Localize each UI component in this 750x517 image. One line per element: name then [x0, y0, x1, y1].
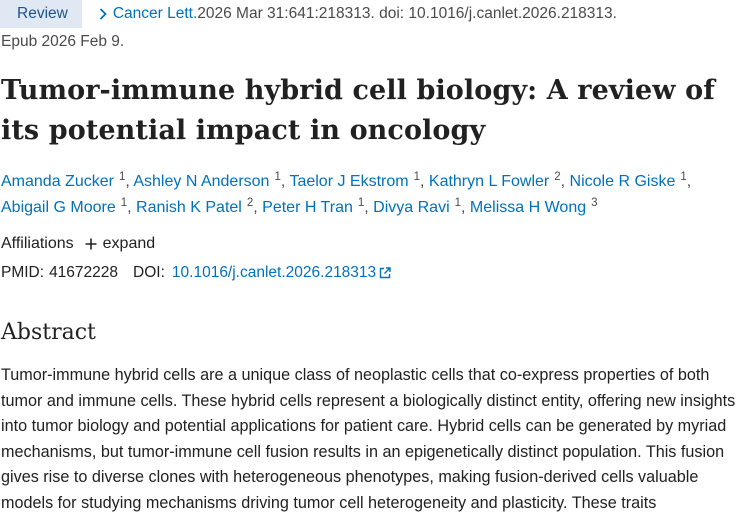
- authors-list: Amanda Zucker 1, Ashley N Anderson 1, Tael…: [1, 169, 746, 221]
- author-separator: ,: [686, 173, 692, 190]
- author-name: Kathryn L Fowler: [428, 173, 550, 190]
- expand-affiliations-button[interactable]: expand: [85, 235, 156, 253]
- author-name: Ashley N Anderson: [133, 173, 270, 190]
- author-link[interactable]: Peter H Tran 1: [262, 197, 364, 216]
- author-separator: ,: [560, 173, 570, 190]
- affiliations-row: Affiliations expand: [1, 233, 155, 255]
- chevron-right-icon: [99, 8, 107, 20]
- author-name: Amanda Zucker: [1, 173, 114, 190]
- article-title: Tumor-immune hybrid cell biology: A revi…: [1, 75, 715, 146]
- plus-icon: [85, 238, 97, 250]
- abstract-heading: Abstract: [1, 320, 96, 345]
- author-name: Melissa H Wong: [469, 199, 587, 216]
- author-link[interactable]: Kathryn L Fowler 2: [428, 171, 561, 190]
- doi-link[interactable]: 10.1016/j.canlet.2026.218313: [172, 264, 391, 282]
- pmid-value: 41672228: [49, 264, 119, 281]
- affiliation-number[interactable]: 3: [591, 197, 597, 209]
- author-name: Peter H Tran: [262, 199, 353, 216]
- journal-name: Cancer Lett.: [112, 5, 198, 22]
- author-separator: ,: [461, 199, 470, 216]
- author-link[interactable]: Taelor J Ekstrom 1: [289, 171, 420, 190]
- author-name: Taelor J Ekstrom: [289, 173, 409, 190]
- doi-value: 10.1016/j.canlet.2026.218313: [171, 264, 377, 281]
- pmid-label: PMID:: [1, 264, 45, 281]
- author-separator: ,: [127, 199, 137, 216]
- review-badge: Review: [0, 0, 82, 28]
- journal-link[interactable]: Cancer Lett.: [96, 5, 197, 23]
- author-separator: ,: [253, 199, 263, 216]
- author-name: Divya Ravi: [373, 199, 450, 216]
- abstract-text: Tumor-immune hybrid cells are a unique c…: [1, 366, 736, 512]
- author-link[interactable]: Nicole R Giske 1: [569, 171, 687, 190]
- expand-label: expand: [102, 235, 156, 252]
- author-separator: ,: [364, 199, 374, 216]
- author-name: Abigail G Moore: [1, 199, 116, 216]
- author-link[interactable]: Abigail G Moore 1: [1, 197, 127, 216]
- doi-label: DOI:: [133, 264, 165, 281]
- author-link[interactable]: Ashley N Anderson 1: [133, 171, 280, 190]
- affiliations-label: Affiliations: [1, 235, 74, 252]
- author-link[interactable]: Divya Ravi 1: [373, 197, 461, 216]
- epub-date: Epub 2026 Feb 9.: [1, 33, 125, 50]
- author-link[interactable]: Amanda Zucker 1: [1, 171, 125, 190]
- author-link[interactable]: Melissa H Wong 3: [469, 197, 598, 216]
- article-page: Review Cancer Lett. 2026 Mar 31:641:2183…: [0, 0, 750, 512]
- author-separator: ,: [420, 173, 429, 190]
- external-link-icon: [379, 267, 391, 279]
- citation-line: Review Cancer Lett. 2026 Mar 31:641:2183…: [0, 0, 617, 28]
- author-name: Ranish K Patel: [136, 199, 242, 216]
- citation-details: 2026 Mar 31:641:218313. doi: 10.1016/j.c…: [197, 5, 617, 22]
- author-name: Nicole R Giske: [569, 173, 676, 190]
- author-link[interactable]: Ranish K Patel 2: [136, 197, 253, 216]
- identifiers-row: PMID: 41672228 DOI: 10.1016/j.canlet.202…: [1, 262, 391, 284]
